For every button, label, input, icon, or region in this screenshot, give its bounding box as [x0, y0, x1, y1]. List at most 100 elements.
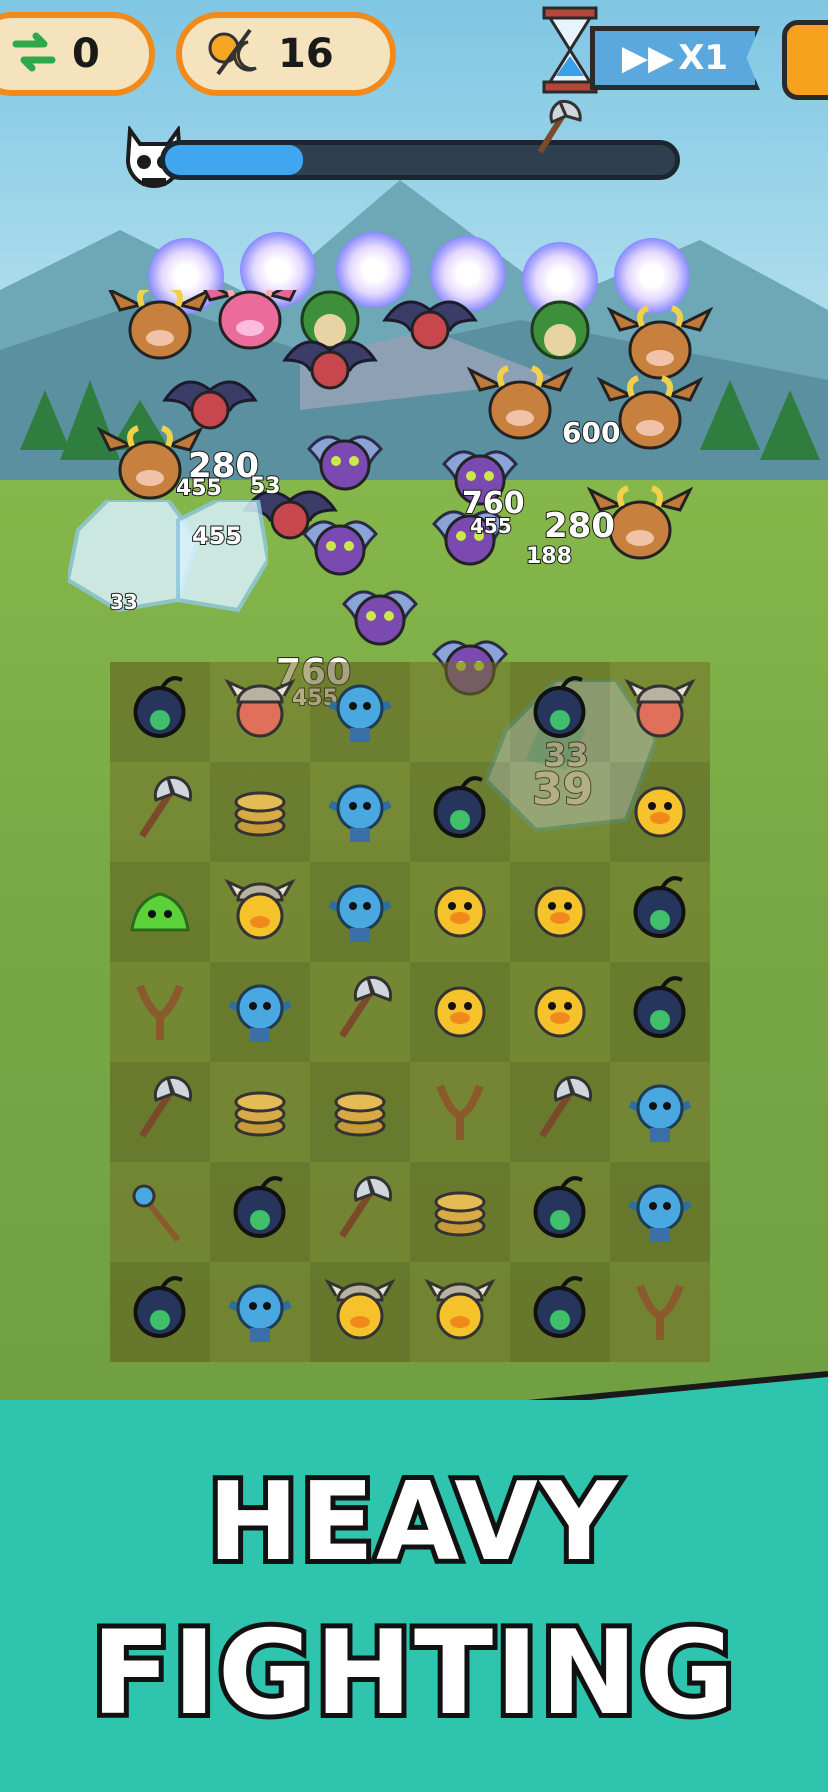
- goblin-unit-icon: [220, 970, 300, 1054]
- speed-toggle-button[interactable]: ▶▶ X1: [590, 26, 760, 90]
- bomb-unit-icon: [420, 770, 500, 854]
- viking-unit-icon: [220, 670, 300, 754]
- wave-progress-fill: [165, 145, 303, 175]
- damage-number: 600: [561, 415, 621, 450]
- board-cell[interactable]: [210, 662, 310, 762]
- damage-number: 455: [469, 513, 513, 539]
- coins-unit-icon: [220, 770, 300, 854]
- axe-unit-icon: [120, 770, 200, 854]
- board-cell[interactable]: [610, 1162, 710, 1262]
- board-cell[interactable]: [410, 762, 510, 862]
- wave-progress-bar: [160, 140, 680, 180]
- swap-arrows-icon: [12, 30, 56, 78]
- axe-unit-icon: [320, 1170, 400, 1254]
- duck-unit-icon: [520, 870, 600, 954]
- goblin-unit-icon: [320, 670, 400, 754]
- bomb-unit-icon: [620, 870, 700, 954]
- bomb-unit-icon: [120, 1270, 200, 1354]
- bomb-unit-icon: [520, 1170, 600, 1254]
- axe-marker-icon: [530, 96, 584, 160]
- board-cell[interactable]: [610, 1062, 710, 1162]
- slingshot-unit-icon: [120, 970, 200, 1054]
- duck-unit-icon: [620, 770, 700, 854]
- board-cell[interactable]: [610, 662, 710, 762]
- staff-unit-icon: [120, 1170, 200, 1254]
- duck-unit-icon: [420, 870, 500, 954]
- board-cell[interactable]: [310, 962, 410, 1062]
- coins-unit-icon: [320, 1070, 400, 1154]
- slime-unit-icon: [120, 870, 200, 954]
- goblin-unit-icon: [320, 770, 400, 854]
- board-cell[interactable]: [310, 1262, 410, 1362]
- damage-number: 53: [249, 473, 282, 500]
- board-cell[interactable]: [210, 1062, 310, 1162]
- headline-line-1: HEAVY: [203, 1455, 623, 1590]
- board-cell[interactable]: [210, 1162, 310, 1262]
- board-cell[interactable]: [210, 762, 310, 862]
- board-cell[interactable]: [410, 1162, 510, 1262]
- pause-button[interactable]: [782, 20, 828, 100]
- board-cell[interactable]: [310, 1062, 410, 1162]
- board-cell[interactable]: [510, 662, 610, 762]
- board-cell[interactable]: [510, 1162, 610, 1262]
- board-cell[interactable]: [110, 962, 210, 1062]
- board-cell[interactable]: [110, 862, 210, 962]
- board-cell[interactable]: [310, 662, 410, 762]
- board-cell[interactable]: [410, 1262, 510, 1362]
- board-cell[interactable]: [510, 962, 610, 1062]
- board-cell[interactable]: [610, 962, 710, 1062]
- board-cell[interactable]: [210, 962, 310, 1062]
- bomb-unit-icon: [220, 1170, 300, 1254]
- board-cell[interactable]: [410, 862, 510, 962]
- board-cell[interactable]: [110, 1062, 210, 1162]
- bomb-unit-icon: [520, 1270, 600, 1354]
- board-cell[interactable]: [110, 762, 210, 862]
- duck-unit-icon: [520, 970, 600, 1054]
- damage-number: 280: [543, 505, 616, 547]
- goblin-unit-icon: [320, 870, 400, 954]
- slingshot-unit-icon: [620, 1270, 700, 1354]
- goblin-unit-icon: [220, 1270, 300, 1354]
- board-cell[interactable]: [310, 862, 410, 962]
- board-cell[interactable]: [310, 762, 410, 862]
- damage-number: 188: [525, 543, 573, 570]
- board-cell[interactable]: [410, 662, 510, 762]
- board-cell[interactable]: [410, 962, 510, 1062]
- board-cell[interactable]: [110, 662, 210, 762]
- merge-board: [110, 662, 710, 1362]
- headline-line-2: FIGHTING: [86, 1601, 739, 1746]
- axe-unit-icon: [320, 970, 400, 1054]
- board-cell[interactable]: [410, 1062, 510, 1162]
- goblin-unit-icon: [620, 1170, 700, 1254]
- bomb-unit-icon: [120, 670, 200, 754]
- duck-unit-icon: [420, 970, 500, 1054]
- damage-number: 455: [175, 475, 223, 502]
- viking-duck-unit-icon: [220, 870, 300, 954]
- axe-unit-icon: [120, 1070, 200, 1154]
- board-cell[interactable]: [310, 1162, 410, 1262]
- energy-counter: 16: [176, 12, 396, 96]
- sun-moon-icon: [204, 24, 264, 84]
- board-cell[interactable]: [510, 862, 610, 962]
- board-cell[interactable]: [510, 1062, 610, 1162]
- viking-unit-icon: [620, 670, 700, 754]
- board-cell[interactable]: [610, 762, 710, 862]
- slingshot-unit-icon: [420, 1070, 500, 1154]
- speed-label: X1: [678, 38, 729, 78]
- board-cell[interactable]: [210, 1262, 310, 1362]
- coins-unit-icon: [420, 1170, 500, 1254]
- board-cell[interactable]: [510, 1262, 610, 1362]
- viking-duck-unit-icon: [420, 1270, 500, 1354]
- board-cell[interactable]: [110, 1162, 210, 1262]
- swap-counter: 0: [0, 12, 155, 96]
- bomb-unit-icon: [520, 670, 600, 754]
- damage-number: 455: [191, 521, 243, 551]
- board-cell[interactable]: [610, 862, 710, 962]
- fast-forward-icon: ▶▶: [621, 38, 675, 78]
- bomb-unit-icon: [620, 970, 700, 1054]
- board-cell[interactable]: [110, 1262, 210, 1362]
- board-cell[interactable]: [210, 862, 310, 962]
- board-cell[interactable]: [610, 1262, 710, 1362]
- board-cell[interactable]: [510, 762, 610, 862]
- goblin-unit-icon: [620, 1070, 700, 1154]
